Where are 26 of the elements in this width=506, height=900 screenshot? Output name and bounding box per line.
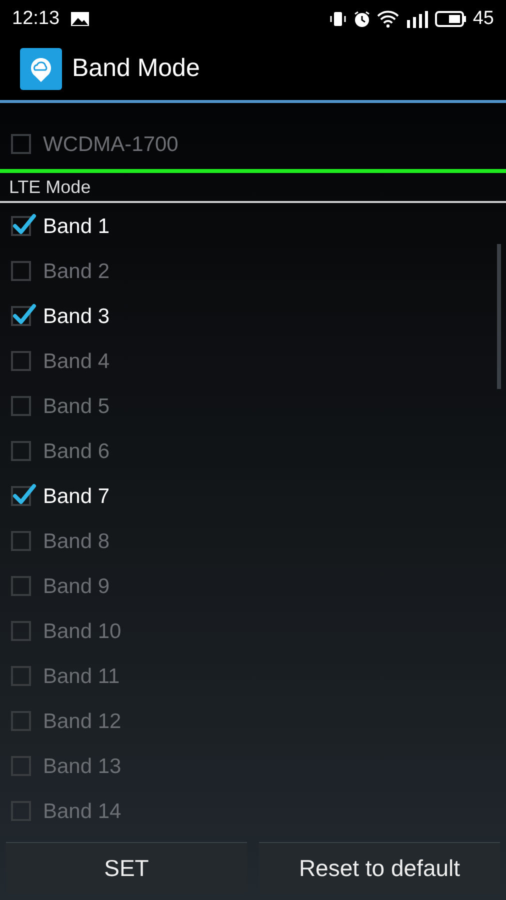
wifi-icon	[376, 10, 399, 28]
image-icon	[70, 10, 90, 26]
band-label: Band 12	[43, 710, 122, 734]
band-label: Band 10	[43, 620, 122, 644]
vibrate-icon	[328, 10, 347, 28]
band-label: Band 4	[43, 350, 110, 374]
alarm-icon	[352, 10, 371, 28]
band-label: Band 1	[43, 214, 110, 238]
band-label: Band 2	[43, 260, 110, 284]
battery-level: 45	[472, 8, 494, 30]
band-label: Band 3	[43, 304, 110, 328]
band-label: Band 8	[43, 530, 110, 554]
section-heading: LTE Mode	[0, 173, 506, 203]
app-icon	[20, 48, 62, 90]
clock: 12:13	[12, 8, 60, 30]
signal-icon	[404, 10, 429, 28]
screen-title: Band Mode	[72, 54, 200, 83]
band-label: Band 7	[43, 484, 110, 508]
band-label: Band 6	[43, 440, 110, 464]
battery-icon	[434, 10, 467, 28]
band-label: WCDMA-1700	[43, 132, 178, 156]
band-label: Band 9	[43, 574, 110, 598]
band-label: Band 5	[43, 394, 110, 418]
band-label: Band 13	[43, 754, 122, 778]
band-label: Band 14	[43, 800, 122, 824]
band-label: Band 11	[43, 664, 120, 688]
